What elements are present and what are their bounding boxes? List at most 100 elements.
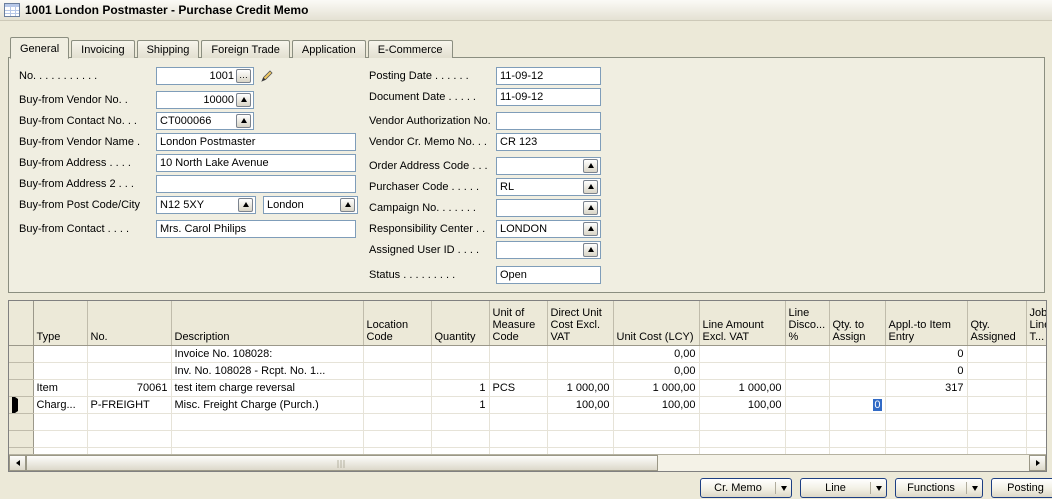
empty-cell[interactable] <box>885 414 967 431</box>
cr-memo-menu-button[interactable]: Cr. Memo <box>700 478 792 498</box>
cell-type[interactable] <box>33 363 87 380</box>
posting-menu-button[interactable]: Posting <box>991 478 1052 498</box>
assist-edit-button[interactable]: … <box>236 69 251 83</box>
lookup-button[interactable] <box>238 198 253 212</box>
cell-qty-assigned[interactable] <box>967 346 1026 363</box>
cell-no[interactable]: P-FREIGHT <box>87 397 171 414</box>
cell-qty-assigned[interactable] <box>967 380 1026 397</box>
cell-qty-to-assign[interactable] <box>829 346 885 363</box>
cell-line-discount[interactable] <box>785 380 829 397</box>
lookup-button[interactable] <box>236 114 251 128</box>
buy-from-vendor-name-field[interactable]: London Postmaster <box>156 133 356 151</box>
empty-cell[interactable] <box>33 431 87 448</box>
row-selector[interactable] <box>9 363 33 380</box>
lookup-button[interactable] <box>236 93 251 107</box>
cell-appl-to-item-entry[interactable]: 0 <box>885 346 967 363</box>
empty-cell[interactable] <box>785 431 829 448</box>
empty-cell[interactable] <box>547 414 613 431</box>
scrollbar-track[interactable] <box>26 455 1029 471</box>
tab-ecommerce[interactable]: E-Commerce <box>368 40 453 58</box>
buy-from-city-field[interactable]: London <box>263 196 358 214</box>
empty-cell[interactable] <box>363 431 431 448</box>
empty-cell[interactable] <box>431 431 489 448</box>
vendor-cr-memo-no-field[interactable]: CR 123 <box>496 133 601 151</box>
row-selector-active[interactable] <box>9 397 33 414</box>
cell-unit-cost-lcy[interactable]: 1 000,00 <box>613 380 699 397</box>
cell-uom-code[interactable]: PCS <box>489 380 547 397</box>
responsibility-center-field[interactable]: LONDON <box>496 220 601 238</box>
cell-qty-to-assign-editing[interactable]: 0 <box>829 397 885 414</box>
empty-cell[interactable] <box>967 414 1026 431</box>
empty-cell[interactable] <box>489 431 547 448</box>
cell-type[interactable]: Charg... <box>33 397 87 414</box>
lookup-button[interactable] <box>340 198 355 212</box>
empty-cell[interactable] <box>87 414 171 431</box>
cell-quantity[interactable] <box>431 363 489 380</box>
scrollbar-thumb[interactable] <box>26 455 658 471</box>
empty-cell[interactable] <box>547 431 613 448</box>
empty-cell[interactable] <box>829 414 885 431</box>
empty-cell[interactable] <box>171 414 363 431</box>
buy-from-address-2-field[interactable] <box>156 175 356 193</box>
cell-appl-to-item-entry[interactable] <box>885 397 967 414</box>
row-selector[interactable] <box>9 414 33 431</box>
cell-type[interactable] <box>33 346 87 363</box>
lookup-button[interactable] <box>583 243 598 257</box>
cell-uom-code[interactable] <box>489 397 547 414</box>
empty-cell[interactable] <box>785 414 829 431</box>
cell-quantity[interactable]: 1 <box>431 380 489 397</box>
cell-qty-to-assign[interactable] <box>829 363 885 380</box>
empty-cell[interactable] <box>829 431 885 448</box>
empty-cell[interactable] <box>699 414 785 431</box>
vendor-authorization-no-field[interactable] <box>496 112 601 130</box>
edit-pencil-icon[interactable] <box>260 69 274 83</box>
cell-line-discount[interactable] <box>785 363 829 380</box>
posting-date-field[interactable]: 11-09-12 <box>496 67 601 85</box>
empty-cell[interactable] <box>1026 414 1046 431</box>
scroll-left-button[interactable] <box>9 455 26 471</box>
cell-unit-cost-lcy[interactable]: 0,00 <box>613 363 699 380</box>
assigned-user-id-field[interactable] <box>496 241 601 259</box>
buy-from-address-field[interactable]: 10 North Lake Avenue <box>156 154 356 172</box>
document-date-field[interactable]: 11-09-12 <box>496 88 601 106</box>
row-selector[interactable] <box>9 431 33 448</box>
cell-job-line-type[interactable] <box>1026 380 1046 397</box>
cell-description[interactable]: Invoice No. 108028: <box>171 346 363 363</box>
cell-location-code[interactable] <box>363 346 431 363</box>
cell-location-code[interactable] <box>363 397 431 414</box>
buy-from-post-code-field[interactable]: N12 5XY <box>156 196 256 214</box>
cell-direct-unit-cost[interactable] <box>547 346 613 363</box>
cell-direct-unit-cost[interactable] <box>547 363 613 380</box>
cell-location-code[interactable] <box>363 380 431 397</box>
empty-cell[interactable] <box>431 414 489 431</box>
lookup-button[interactable] <box>583 201 598 215</box>
cell-job-line-type[interactable] <box>1026 346 1046 363</box>
lookup-button[interactable] <box>583 180 598 194</box>
cell-direct-unit-cost[interactable]: 1 000,00 <box>547 380 613 397</box>
empty-cell[interactable] <box>613 431 699 448</box>
tab-invoicing[interactable]: Invoicing <box>71 40 134 58</box>
line-menu-button[interactable]: Line <box>800 478 887 498</box>
cell-qty-assigned[interactable] <box>967 363 1026 380</box>
empty-cell[interactable] <box>699 431 785 448</box>
cell-line-amount[interactable]: 1 000,00 <box>699 380 785 397</box>
cell-quantity[interactable] <box>431 346 489 363</box>
cell-type[interactable]: Item <box>33 380 87 397</box>
cell-line-discount[interactable] <box>785 397 829 414</box>
cell-uom-code[interactable] <box>489 346 547 363</box>
buy-from-contact-field[interactable]: Mrs. Carol Philips <box>156 220 356 238</box>
cell-uom-code[interactable] <box>489 363 547 380</box>
empty-cell[interactable] <box>489 414 547 431</box>
cell-appl-to-item-entry[interactable]: 317 <box>885 380 967 397</box>
cell-line-amount[interactable]: 100,00 <box>699 397 785 414</box>
lookup-button[interactable] <box>583 159 598 173</box>
buy-from-contact-no-field[interactable]: CT000066 <box>156 112 254 130</box>
empty-cell[interactable] <box>1026 431 1046 448</box>
empty-cell[interactable] <box>885 431 967 448</box>
cell-qty-to-assign[interactable] <box>829 380 885 397</box>
purchaser-code-field[interactable]: RL <box>496 178 601 196</box>
scroll-right-button[interactable] <box>1029 455 1046 471</box>
cell-qty-assigned[interactable] <box>967 397 1026 414</box>
empty-cell[interactable] <box>967 431 1026 448</box>
row-selector[interactable] <box>9 346 33 363</box>
